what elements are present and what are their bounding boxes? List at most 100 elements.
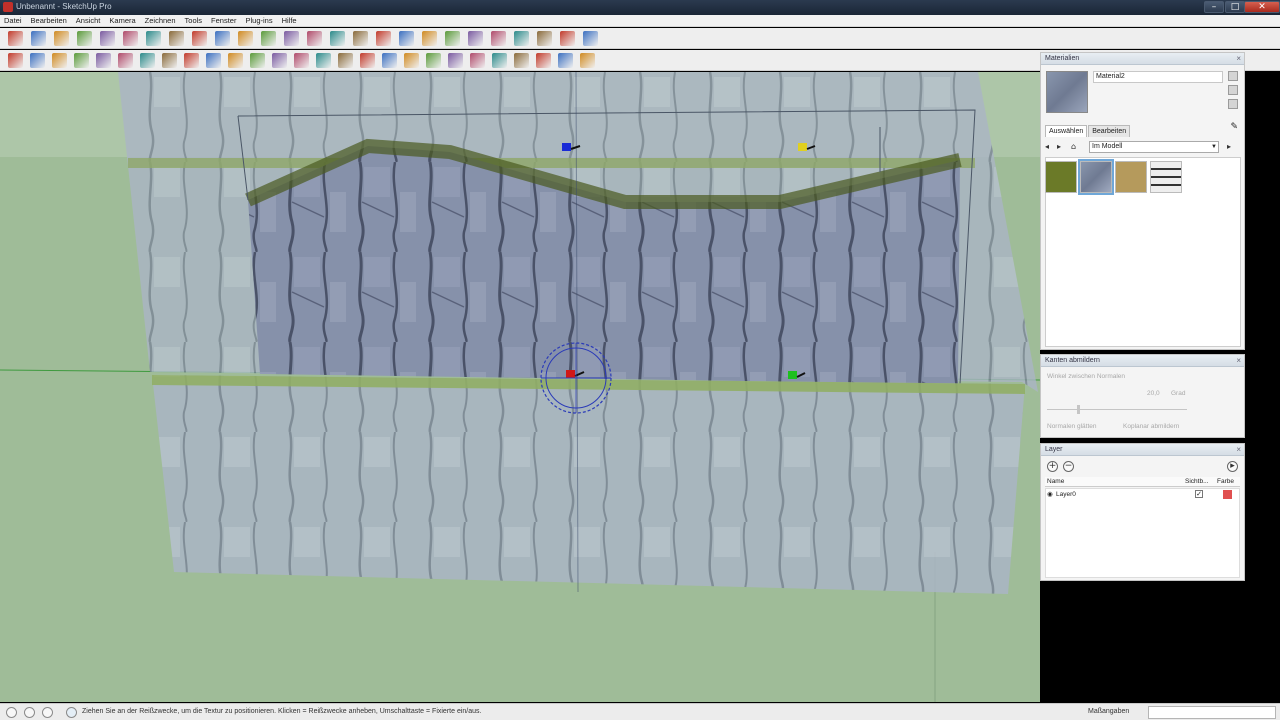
components-tool-icon[interactable] — [399, 31, 414, 46]
menu-datei[interactable]: Datei — [4, 15, 22, 26]
paint-tool-icon[interactable] — [422, 31, 437, 46]
paint-bucket-tool-icon[interactable] — [146, 31, 161, 46]
line-tool-icon[interactable] — [30, 53, 45, 68]
menu-hilfe[interactable]: Hilfe — [282, 15, 297, 26]
axes-tool-icon[interactable] — [382, 53, 397, 68]
tape-measure-tool-icon[interactable] — [294, 53, 309, 68]
offset-tool-icon[interactable] — [272, 53, 287, 68]
zoom-extents-tool-icon[interactable] — [330, 31, 345, 46]
display-secondary-icon[interactable] — [1228, 71, 1238, 81]
styles-tool-icon[interactable] — [560, 31, 575, 46]
freehand-tool-icon[interactable] — [52, 53, 67, 68]
swatch-grass[interactable] — [1045, 161, 1077, 193]
layer-row[interactable]: ◉ Layer0 ✓ — [1045, 489, 1240, 500]
modeling-viewport[interactable] — [0, 72, 1040, 702]
forward-arrow-icon[interactable]: ▸ — [1057, 142, 1067, 152]
circle-tool-icon[interactable] — [77, 31, 92, 46]
zoom-window-tool-icon[interactable] — [492, 53, 507, 68]
menu-bearbeiten[interactable]: Bearbeiten — [31, 15, 67, 26]
swatch-rock-texture[interactable] — [1078, 159, 1114, 195]
dimension-tool-icon[interactable] — [316, 53, 331, 68]
back-arrow-icon[interactable]: ◂ — [1045, 142, 1055, 152]
scale-tool-icon[interactable] — [250, 53, 265, 68]
angle-slider[interactable] — [1047, 409, 1187, 410]
geo-location-icon[interactable] — [6, 707, 17, 718]
orbit-tool-icon[interactable] — [261, 31, 276, 46]
material-preview-swatch[interactable] — [1046, 71, 1088, 113]
tab-bearbeiten[interactable]: Bearbeiten — [1088, 125, 1131, 137]
details-arrow-icon[interactable]: ▸ — [1227, 142, 1237, 152]
look-around-tool-icon[interactable] — [558, 53, 573, 68]
credits-icon[interactable] — [24, 707, 35, 718]
move-tool-icon[interactable] — [162, 53, 177, 68]
offset-tool-icon[interactable] — [238, 31, 253, 46]
menu-fenster[interactable]: Fenster — [211, 15, 236, 26]
eyedropper-icon[interactable]: ✎ — [1230, 122, 1238, 132]
select-tool-icon[interactable] — [8, 31, 23, 46]
layers-tool-icon[interactable] — [583, 31, 598, 46]
zoom-tool-icon[interactable] — [470, 53, 485, 68]
pan-tool-icon[interactable] — [448, 53, 463, 68]
position-camera-tool-icon[interactable] — [580, 53, 595, 68]
select-tool-icon[interactable] — [8, 53, 23, 68]
column-color[interactable]: Farbe — [1217, 477, 1234, 487]
menu-ansicht[interactable]: Ansicht — [76, 15, 101, 26]
previous-view-tool-icon[interactable] — [353, 31, 368, 46]
angle-slider-thumb[interactable] — [1077, 405, 1080, 414]
rotate-tool-icon[interactable] — [215, 31, 230, 46]
follow-me-tool-icon[interactable] — [228, 53, 243, 68]
close-icon[interactable]: × — [1236, 355, 1241, 367]
camera-tool-icon[interactable] — [468, 31, 483, 46]
arc-tool-icon[interactable] — [100, 31, 115, 46]
menu-plugins[interactable]: Plug-ins — [245, 15, 272, 26]
add-layer-icon[interactable]: + — [1047, 461, 1058, 472]
minimize-button[interactable]: – — [1204, 1, 1224, 13]
protractor-tool-icon[interactable] — [338, 53, 353, 68]
views-tool-icon[interactable] — [491, 31, 506, 46]
swatch-edge-style[interactable] — [1150, 161, 1182, 193]
active-layer-radio-icon[interactable]: ◉ — [1047, 489, 1053, 500]
default-material-icon[interactable] — [1228, 99, 1238, 109]
next-view-tool-icon[interactable] — [376, 31, 391, 46]
material-name-field[interactable]: Material2 — [1093, 71, 1223, 83]
menu-tools[interactable]: Tools — [185, 15, 203, 26]
arc-tool-icon[interactable] — [140, 53, 155, 68]
column-name[interactable]: Name — [1047, 477, 1064, 487]
pencil-tool-icon[interactable] — [31, 31, 46, 46]
orbit-tool-icon[interactable] — [426, 53, 441, 68]
layer-visible-checkbox[interactable]: ✓ — [1195, 490, 1203, 498]
remove-layer-icon[interactable]: − — [1063, 461, 1074, 472]
user-icon[interactable] — [42, 707, 53, 718]
eraser-tool-icon[interactable] — [123, 31, 138, 46]
home-icon[interactable]: ⌂ — [1071, 142, 1081, 152]
collection-select[interactable]: Im Modell ▼ — [1089, 141, 1219, 153]
soften-coplanar-checkbox[interactable]: Koplanar abmildern — [1123, 423, 1179, 430]
tab-auswaehlen[interactable]: Auswählen — [1045, 125, 1088, 137]
move-tool-icon[interactable] — [192, 31, 207, 46]
menu-zeichnen[interactable]: Zeichnen — [145, 15, 176, 26]
section-tool-icon[interactable] — [514, 31, 529, 46]
scene-canvas[interactable] — [0, 72, 1040, 702]
push-pull-tool-icon[interactable] — [169, 31, 184, 46]
circle-tool-icon[interactable] — [96, 53, 111, 68]
text-tool-icon[interactable] — [360, 53, 375, 68]
menu-kamera[interactable]: Kamera — [109, 15, 135, 26]
layer-color-swatch[interactable] — [1223, 490, 1232, 499]
zoom-extents-tool-icon[interactable] — [514, 53, 529, 68]
rectangle-tool-icon[interactable] — [54, 31, 69, 46]
3d-text-tool-icon[interactable] — [404, 53, 419, 68]
push-pull-tool-icon[interactable] — [184, 53, 199, 68]
help-icon[interactable] — [66, 707, 77, 718]
details-arrow-icon[interactable]: ▸ — [1227, 461, 1238, 472]
measure-tool-icon[interactable] — [445, 31, 460, 46]
pan-tool-icon[interactable] — [284, 31, 299, 46]
column-visible[interactable]: Sichtb... — [1185, 477, 1208, 487]
create-material-icon[interactable] — [1228, 85, 1238, 95]
measurements-input[interactable] — [1148, 706, 1276, 719]
zoom-tool-icon[interactable] — [307, 31, 322, 46]
close-button[interactable]: ✕ — [1244, 1, 1280, 13]
rectangle-tool-icon[interactable] — [74, 53, 89, 68]
smooth-normals-checkbox[interactable]: Normalen glätten — [1047, 423, 1097, 430]
maximize-button[interactable]: □ — [1225, 1, 1245, 13]
close-icon[interactable]: × — [1236, 53, 1241, 65]
